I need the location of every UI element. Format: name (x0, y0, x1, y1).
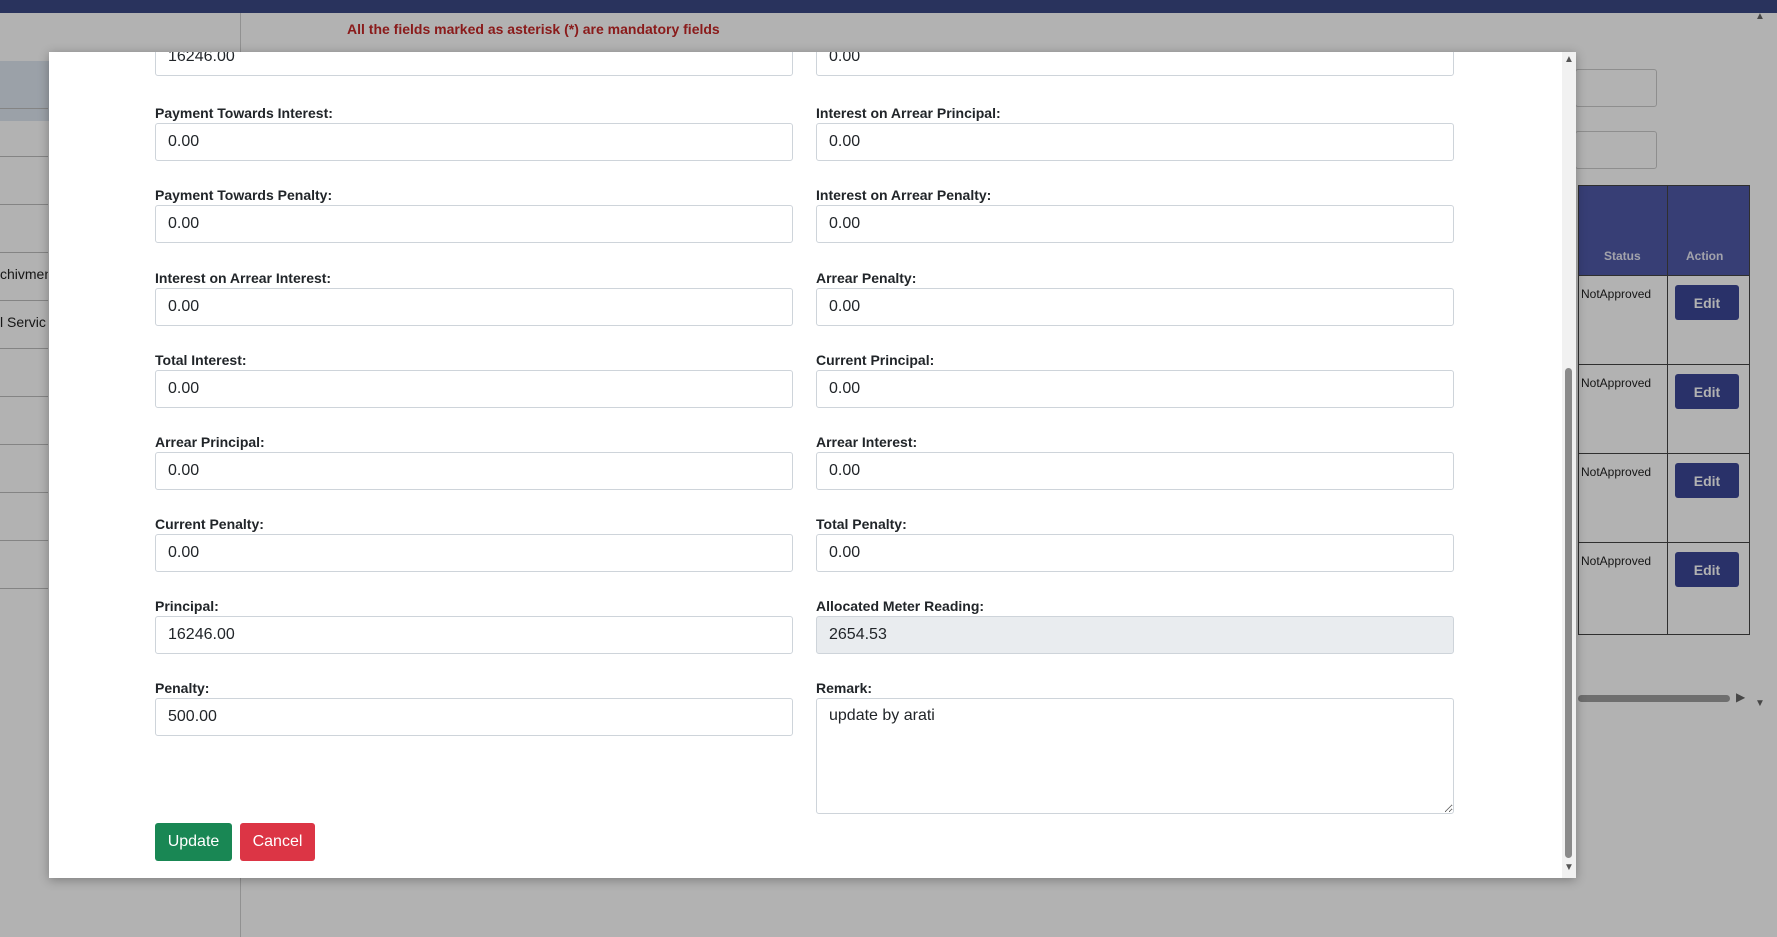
label-current-penalty: Current Penalty: (155, 516, 264, 532)
payment-towards-interest-input[interactable] (155, 123, 793, 161)
interest-on-arrear-penalty-input[interactable] (816, 205, 1454, 243)
label-payment-towards-interest: Payment Towards Interest: (155, 105, 333, 121)
label-interest-on-arrear-penalty: Interest on Arrear Penalty: (816, 187, 992, 203)
arrear-penalty-input[interactable] (816, 288, 1454, 326)
payment-towards-penalty-input[interactable] (155, 205, 793, 243)
modal-scrollbar[interactable]: ▲ ▼ (1562, 52, 1576, 878)
label-current-principal: Current Principal: (816, 352, 935, 368)
allocated-meter-reading-input (816, 616, 1454, 654)
arrear-interest-input[interactable] (816, 452, 1454, 490)
label-penalty: Penalty: (155, 680, 210, 696)
label-total-interest: Total Interest: (155, 352, 247, 368)
label-interest-on-arrear-interest: Interest on Arrear Interest: (155, 270, 332, 286)
edit-payment-modal: Payment Towards Interest: Payment Toward… (49, 52, 1576, 878)
label-total-penalty: Total Penalty: (816, 516, 907, 532)
interest-on-arrear-principal-input[interactable] (816, 123, 1454, 161)
current-penalty-input[interactable] (155, 534, 793, 572)
update-button[interactable]: Update (155, 823, 232, 861)
label-interest-on-arrear-principal: Interest on Arrear Principal: (816, 105, 1001, 121)
current-principal-input[interactable] (816, 370, 1454, 408)
top-left-field[interactable] (155, 52, 793, 76)
penalty-input[interactable] (155, 698, 793, 736)
label-arrear-principal: Arrear Principal: (155, 434, 265, 450)
cancel-button[interactable]: Cancel (240, 823, 315, 861)
label-arrear-interest: Arrear Interest: (816, 434, 918, 450)
total-interest-input[interactable] (155, 370, 793, 408)
principal-input[interactable] (155, 616, 793, 654)
scroll-down-icon[interactable]: ▼ (1564, 862, 1574, 873)
top-right-field[interactable] (816, 52, 1454, 76)
label-payment-towards-penalty: Payment Towards Penalty: (155, 187, 333, 203)
remark-textarea[interactable]: update by arati (816, 698, 1454, 814)
modal-scrollbar-thumb[interactable] (1565, 368, 1572, 858)
label-principal: Principal: (155, 598, 219, 614)
scroll-up-icon[interactable]: ▲ (1564, 54, 1574, 65)
arrear-principal-input[interactable] (155, 452, 793, 490)
total-penalty-input[interactable] (816, 534, 1454, 572)
label-remark: Remark: (816, 680, 873, 696)
label-allocated-meter-reading: Allocated Meter Reading: (816, 598, 985, 614)
interest-on-arrear-interest-input[interactable] (155, 288, 793, 326)
label-arrear-penalty: Arrear Penalty: (816, 270, 917, 286)
